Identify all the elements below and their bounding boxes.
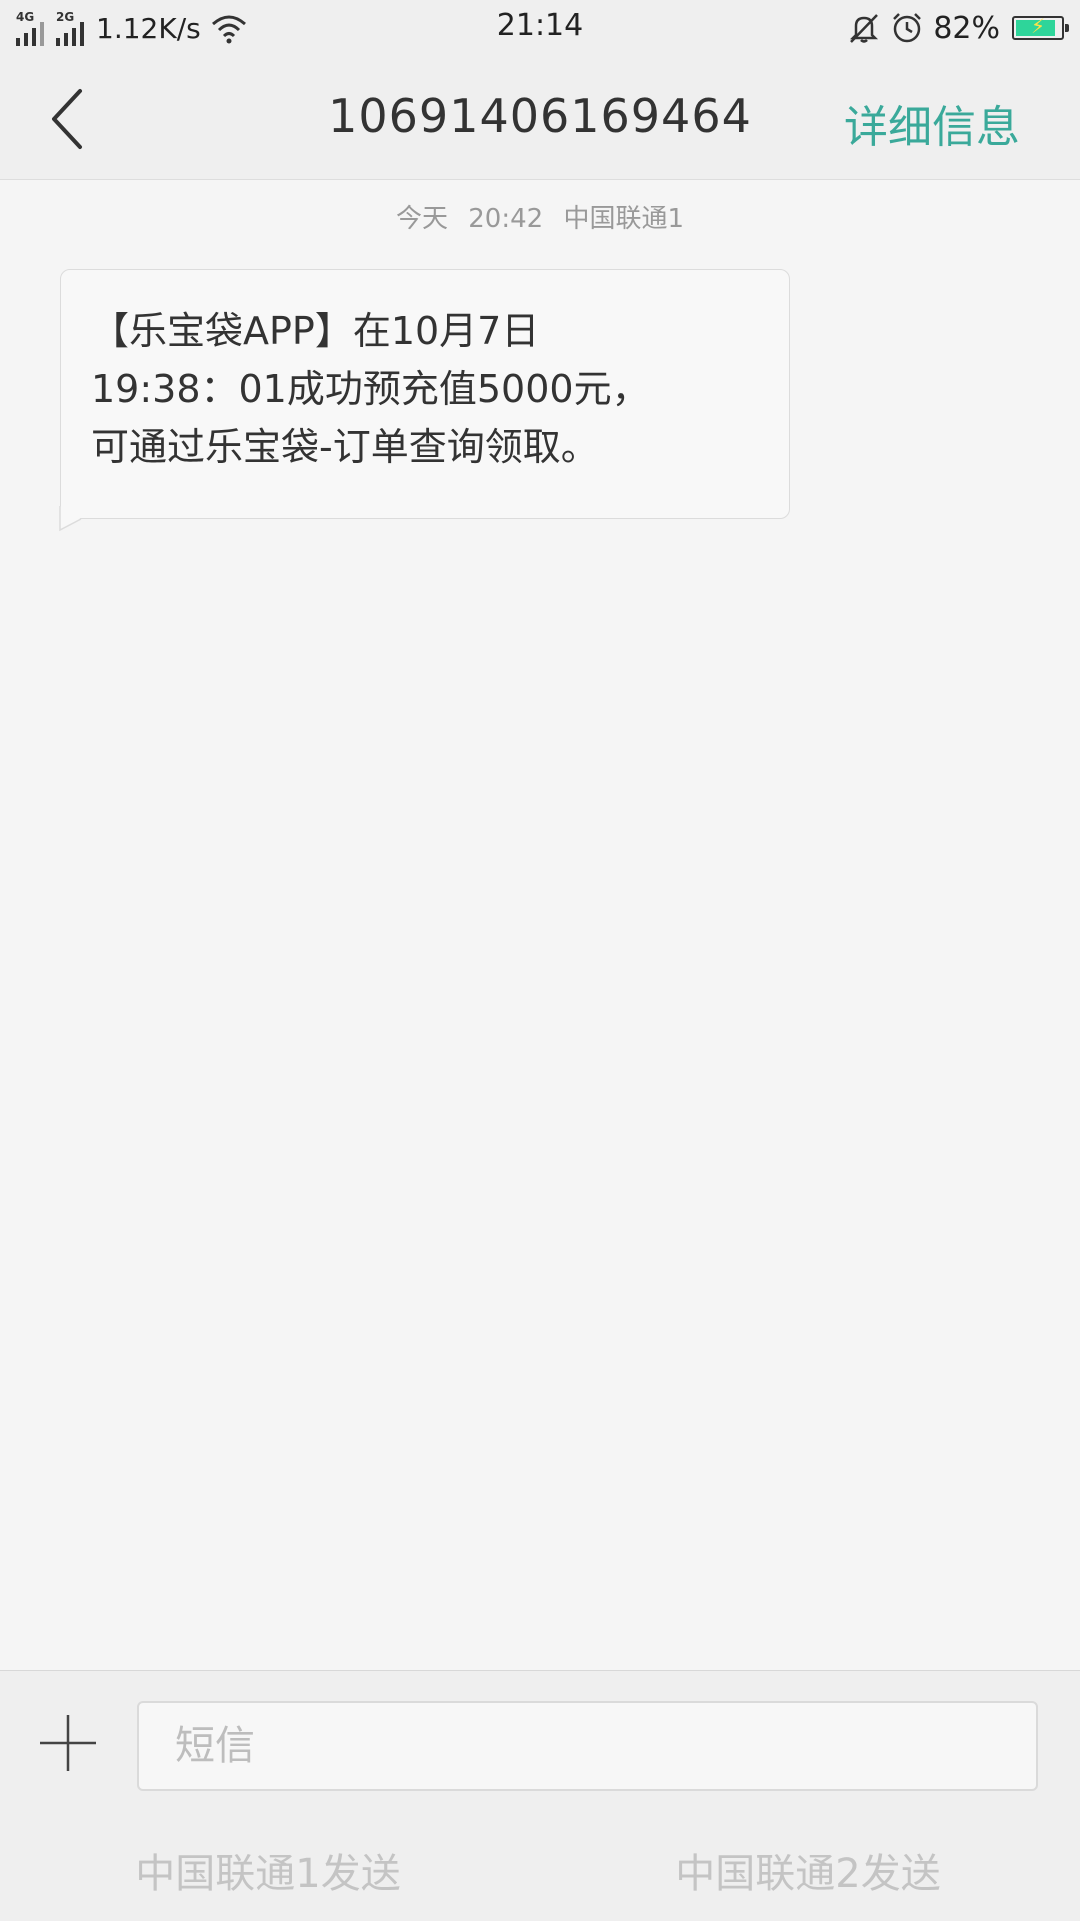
sms-input[interactable] [137, 1701, 1038, 1791]
message-time: 20:42 [468, 204, 544, 234]
send-sim2-button[interactable]: 中国联通2发送 [598, 1841, 1018, 1899]
message-line: 19:38：01成功预充值5000元， [91, 367, 650, 411]
title-bar: 10691406169464 详细信息 [0, 57, 1080, 180]
status-bar: 4G 2G 1.12K/s 21:14 82% ⚡ [0, 0, 1080, 57]
message-date: 今天 [395, 204, 448, 234]
message-line: 可通过乐宝袋-订单查询领取。 [91, 425, 599, 469]
plus-icon [40, 1715, 96, 1771]
send-sim1-button[interactable]: 中国联通1发送 [58, 1841, 478, 1899]
message-line: 【乐宝袋APP】在10月7日 [91, 309, 540, 353]
status-right: 82% ⚡ [847, 8, 1069, 48]
battery-icon: ⚡ [1012, 14, 1069, 40]
bell-muted-icon [850, 14, 879, 43]
charging-bolt-icon: ⚡ [1030, 14, 1046, 38]
compose-bar: 中国联通1发送 中国联通2发送 [0, 1670, 1080, 1921]
add-attachment-button[interactable] [36, 1711, 100, 1775]
battery-percent: 82% [933, 10, 1000, 46]
bubble-tail [59, 506, 87, 532]
details-button[interactable]: 详细信息 [844, 91, 1020, 155]
message-sim: 中国联通1 [563, 204, 685, 234]
message-timestamp: 今天 20:42 中国联通1 [0, 198, 1080, 235]
alarm-icon [893, 13, 922, 43]
battery-nub [1065, 24, 1069, 32]
message-bubble[interactable]: 【乐宝袋APP】在10月7日 19:38：01成功预充值5000元， 可通过乐宝… [60, 269, 790, 519]
